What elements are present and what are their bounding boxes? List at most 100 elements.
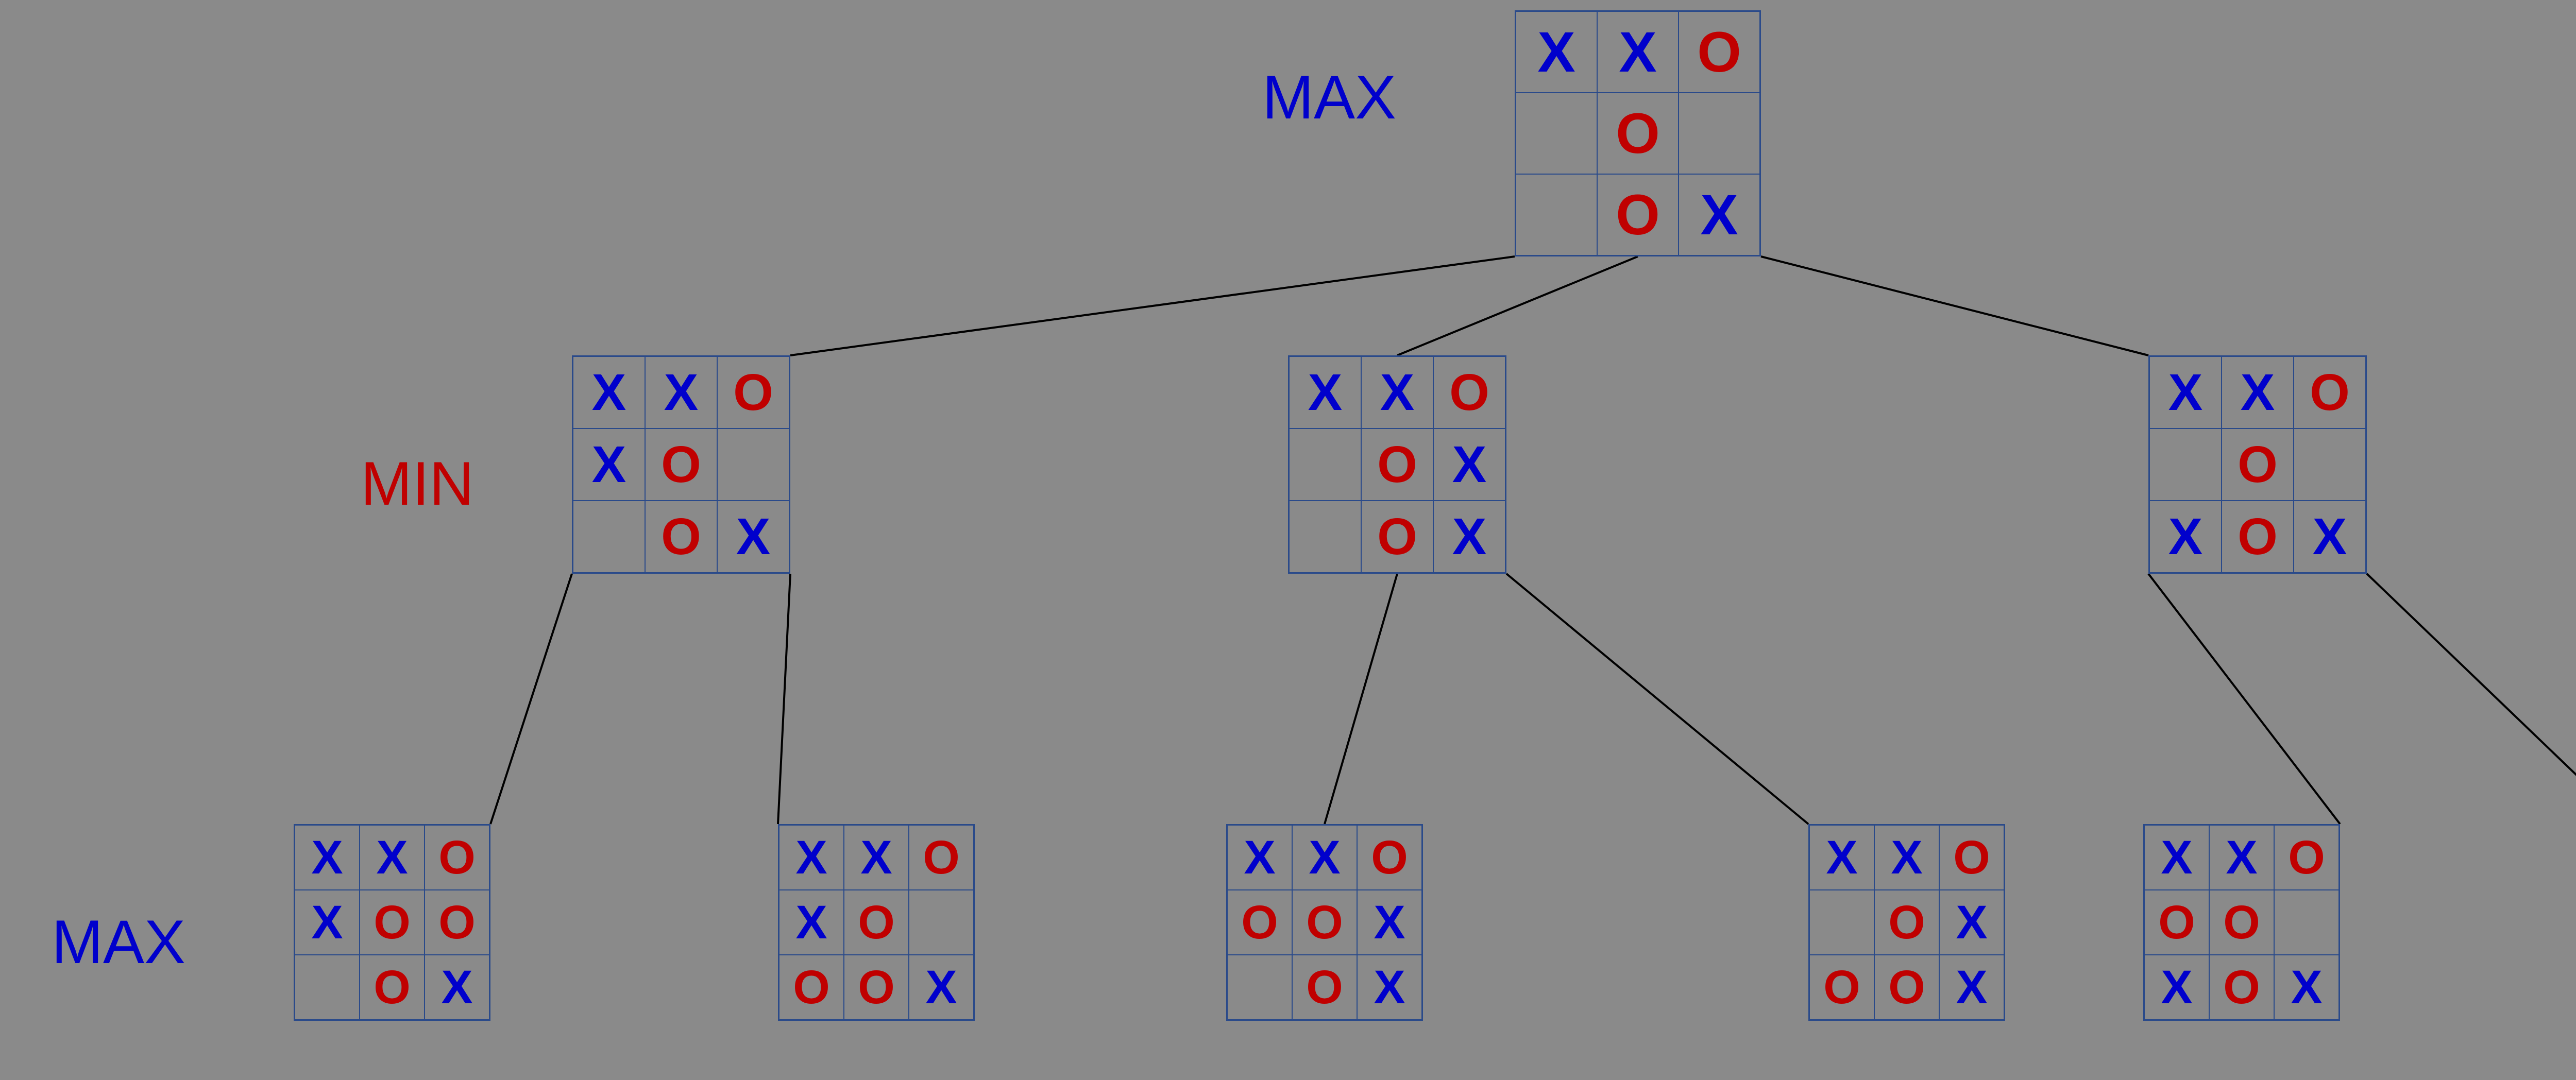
cell-l2a2-2-2: X <box>909 955 974 1020</box>
cell-root-1-1: O <box>1597 93 1679 174</box>
cell-l2b1-0-0: X <box>1227 825 1292 890</box>
cell-l2c1-2-1: O <box>2209 955 2274 1020</box>
cell-l2b2-2-1: O <box>1874 955 1939 1020</box>
level2-label: MAX <box>52 906 185 978</box>
cell-l2a1-2-2: X <box>425 955 489 1020</box>
cell-l2b2-1-1: O <box>1874 890 1939 955</box>
board-l2a1: XXOXOOOX <box>294 824 490 1021</box>
cell-l1a-0-1: X <box>645 356 717 428</box>
cell-l2a2-0-2: O <box>909 825 974 890</box>
cell-l2a1-0-2: O <box>425 825 489 890</box>
cell-l2a2-1-1: O <box>844 890 909 955</box>
cell-l2a1-2-1: O <box>360 955 425 1020</box>
cell-l1b-0-1: X <box>1361 356 1433 428</box>
cell-l1c-0-2: O <box>2294 356 2366 428</box>
level1-label: MIN <box>361 448 474 519</box>
cell-l1c-0-0: X <box>2149 356 2222 428</box>
board-l1a: XXOXOOX <box>572 355 790 574</box>
cell-l1c-0-1: X <box>2222 356 2294 428</box>
cell-l2c1-0-2: O <box>2274 825 2339 890</box>
cell-root-2-2: X <box>1679 174 1760 255</box>
cell-l2c1-1-1: O <box>2209 890 2274 955</box>
cell-l2a2-1-2 <box>909 890 974 955</box>
cell-l2c1-2-0: X <box>2144 955 2209 1020</box>
cell-l2b1-1-1: O <box>1292 890 1357 955</box>
cell-l1a-2-2: X <box>717 501 789 573</box>
cell-l1a-1-0: X <box>573 428 645 501</box>
cell-l2a2-0-1: X <box>844 825 909 890</box>
cell-l1c-2-0: X <box>2149 501 2222 573</box>
edge-root-l1b <box>1397 256 1638 355</box>
board-l1c: XXOOXOX <box>2148 355 2367 574</box>
edge-l1a-l2a1 <box>490 574 572 824</box>
cell-root-1-0 <box>1516 93 1597 174</box>
level0-label: MAX <box>1262 62 1396 133</box>
cell-l1b-2-1: O <box>1361 501 1433 573</box>
board-l1b: XXOOXOX <box>1288 355 1506 574</box>
cell-l1a-0-0: X <box>573 356 645 428</box>
cell-l2b1-1-2: X <box>1357 890 1422 955</box>
cell-root-2-1: O <box>1597 174 1679 255</box>
edge-l1c-l2c1 <box>2148 574 2340 824</box>
board-l2c1: XXOOOXOX <box>2143 824 2340 1021</box>
cell-l2a2-1-0: X <box>779 890 844 955</box>
cell-root-2-0 <box>1516 174 1597 255</box>
cell-l1b-1-2: X <box>1433 428 1505 501</box>
cell-root-0-2: O <box>1679 11 1760 93</box>
cell-l2b2-0-1: X <box>1874 825 1939 890</box>
cell-root-0-1: X <box>1597 11 1679 93</box>
cell-l2b2-2-2: X <box>1939 955 2004 1020</box>
cell-l2b2-0-0: X <box>1809 825 1874 890</box>
cell-l2b1-2-0 <box>1227 955 1292 1020</box>
cell-l2b2-1-0 <box>1809 890 1874 955</box>
cell-l1c-1-0 <box>2149 428 2222 501</box>
cell-l1c-2-1: O <box>2222 501 2294 573</box>
cell-l2a1-1-1: O <box>360 890 425 955</box>
edge-root-l1a <box>790 256 1515 355</box>
cell-l1b-1-0 <box>1289 428 1361 501</box>
edge-l1b-l2b2 <box>1506 574 1808 824</box>
cell-l1c-1-1: O <box>2222 428 2294 501</box>
cell-l2a2-2-1: O <box>844 955 909 1020</box>
cell-l2c1-0-0: X <box>2144 825 2209 890</box>
edge-l1b-l2b1 <box>1325 574 1397 824</box>
cell-l2c1-0-1: X <box>2209 825 2274 890</box>
cell-l2b2-1-2: X <box>1939 890 2004 955</box>
cell-l2b1-0-1: X <box>1292 825 1357 890</box>
cell-l2c1-1-0: O <box>2144 890 2209 955</box>
edge-l1a-l2a2 <box>778 574 790 824</box>
cell-l2a2-0-0: X <box>779 825 844 890</box>
cell-l1a-2-0 <box>573 501 645 573</box>
cell-l2a1-1-0: X <box>295 890 360 955</box>
cell-l2c1-2-2: X <box>2274 955 2339 1020</box>
cell-l1b-1-1: O <box>1361 428 1433 501</box>
cell-l1b-0-0: X <box>1289 356 1361 428</box>
cell-l2b2-2-0: O <box>1809 955 1874 1020</box>
cell-l2a1-0-1: X <box>360 825 425 890</box>
cell-l2a2-2-0: O <box>779 955 844 1020</box>
cell-l1a-1-2 <box>717 428 789 501</box>
cell-l2c1-1-2 <box>2274 890 2339 955</box>
board-l2b2: XXOOXOOX <box>1808 824 2005 1021</box>
cell-l2b1-2-2: X <box>1357 955 1422 1020</box>
cell-l1a-2-1: O <box>645 501 717 573</box>
cell-l2a1-2-0 <box>295 955 360 1020</box>
cell-l2b1-1-0: O <box>1227 890 1292 955</box>
edge-l1c-l2c2 <box>2367 574 2576 824</box>
cell-l1c-2-2: X <box>2294 501 2366 573</box>
cell-l2a1-1-2: O <box>425 890 489 955</box>
cell-l1b-2-0 <box>1289 501 1361 573</box>
cell-l1a-1-1: O <box>645 428 717 501</box>
cell-root-0-0: X <box>1516 11 1597 93</box>
cell-root-1-2 <box>1679 93 1760 174</box>
cell-l1a-0-2: O <box>717 356 789 428</box>
board-l2b1: XXOOOXOX <box>1226 824 1423 1021</box>
cell-l1c-1-2 <box>2294 428 2366 501</box>
cell-l1b-2-2: X <box>1433 501 1505 573</box>
board-l2a2: XXOXOOOX <box>778 824 975 1021</box>
edge-root-l1c <box>1761 256 2148 355</box>
cell-l2b1-2-1: O <box>1292 955 1357 1020</box>
board-root: XXOOOX <box>1515 10 1761 256</box>
cell-l2b2-0-2: O <box>1939 825 2004 890</box>
cell-l2a1-0-0: X <box>295 825 360 890</box>
